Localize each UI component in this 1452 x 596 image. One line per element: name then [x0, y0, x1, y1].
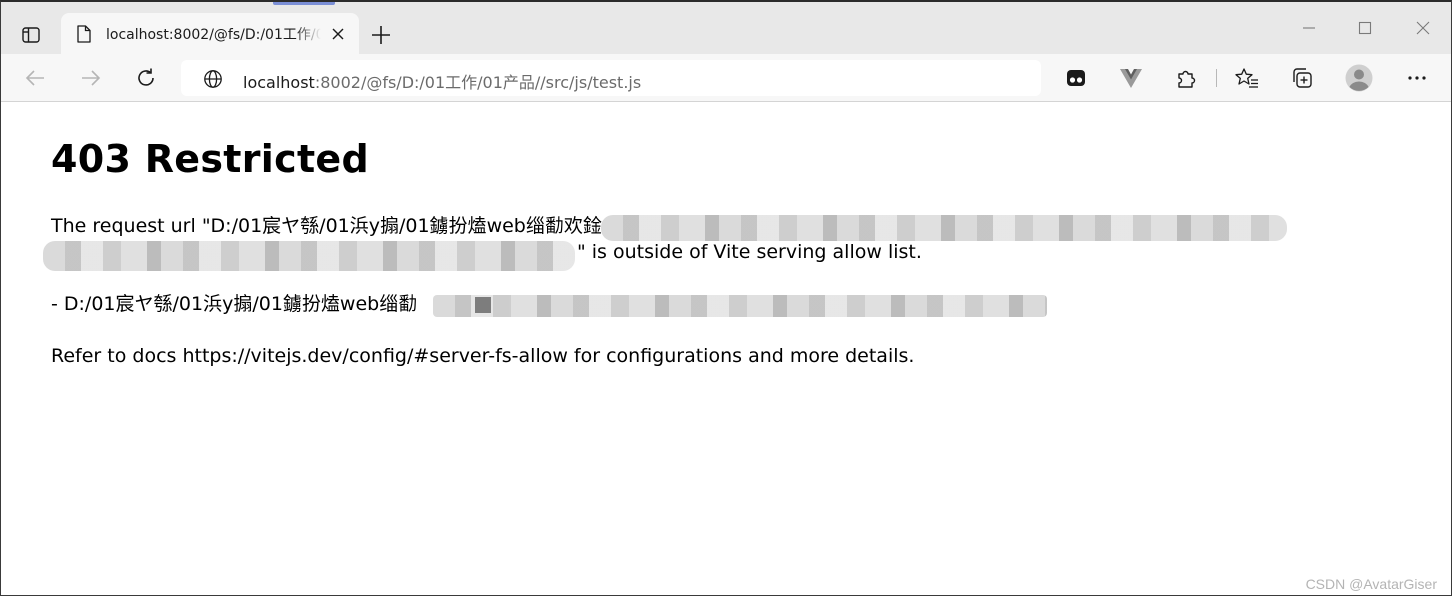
plus-icon [372, 26, 390, 44]
toolbar: localhost:8002/@fs/D:/01工作/01产品//src/js/… [1, 54, 1451, 102]
globe-icon[interactable] [203, 69, 223, 89]
page-content: 403 Restricted The request url "D:/01宸ヤ綔… [1, 103, 1451, 595]
refresh-button[interactable] [134, 66, 158, 90]
favorites-icon [1235, 68, 1258, 88]
tab-actions-icon [22, 27, 40, 43]
active-tab[interactable]: localhost:8002/@fs/D:/01工作/01产品//src/js/… [61, 13, 359, 54]
close-tab-icon[interactable] [330, 26, 346, 42]
profile-button[interactable] [1345, 64, 1373, 92]
more-icon [1408, 76, 1426, 80]
profile-icon [1345, 64, 1373, 92]
close-window-button[interactable] [1409, 16, 1437, 40]
close-icon [1416, 21, 1430, 35]
collections-icon [1293, 68, 1312, 88]
minimize-button[interactable] [1295, 16, 1323, 40]
allow-list-item: - D:/01宸ヤ綔/01浜у搧/01鐪扮熆web缁勫 [51, 293, 418, 315]
redacted-region [433, 295, 1047, 317]
address-bar[interactable]: localhost:8002/@fs/D:/01工作/01产品//src/js/… [181, 60, 1041, 96]
refresh-icon [138, 68, 154, 86]
redacted-region [43, 241, 575, 271]
favorites-button[interactable] [1235, 66, 1259, 90]
new-tab-button[interactable] [369, 23, 393, 47]
minimize-icon [1303, 27, 1315, 29]
maximize-button[interactable] [1351, 16, 1379, 40]
collections-button[interactable] [1290, 66, 1314, 90]
url-path: :8002/@fs/D:/01工作/01产品//src/js/test.js [314, 73, 642, 92]
extension-button[interactable] [1064, 66, 1088, 90]
vue-devtools-icon [1120, 69, 1142, 88]
vue-devtools-button[interactable] [1119, 66, 1143, 90]
toolbar-divider [1216, 69, 1217, 87]
tab-title: localhost:8002/@fs/D:/01工作/01产品//src/js/… [106, 27, 321, 43]
maximize-icon [1358, 21, 1372, 35]
tab-strip: localhost:8002/@fs/D:/01工作/01产品//src/js/… [1, 2, 1451, 54]
url-text[interactable]: localhost:8002/@fs/D:/01工作/01产品//src/js/… [243, 69, 641, 93]
forward-button[interactable] [79, 66, 103, 90]
extensions-button[interactable] [1174, 66, 1198, 90]
extension-icon [1067, 70, 1085, 86]
request-url-line: The request url "D:/01宸ヤ綔/01浜у搧/01鐪扮熆web… [51, 215, 602, 237]
forward-arrow-icon [82, 70, 101, 86]
back-arrow-icon [25, 70, 44, 86]
url-host: localhost [243, 73, 315, 92]
page-heading: 403 Restricted [51, 137, 369, 181]
request-url-line-end: " is outside of Vite serving allow list. [577, 241, 922, 263]
refer-docs-text: Refer to docs https://vitejs.dev/config/… [51, 345, 915, 367]
puzzle-icon [1178, 70, 1196, 88]
redacted-region [601, 215, 1287, 241]
more-button[interactable] [1405, 66, 1429, 90]
back-button[interactable] [23, 66, 47, 90]
window-accent [273, 2, 335, 5]
page-icon [77, 25, 91, 43]
tab-actions-button[interactable] [17, 22, 45, 48]
watermark: CSDN @AvatarGiser [1305, 576, 1437, 592]
browser-window: localhost:8002/@fs/D:/01工作/01产品//src/js/… [0, 0, 1452, 596]
